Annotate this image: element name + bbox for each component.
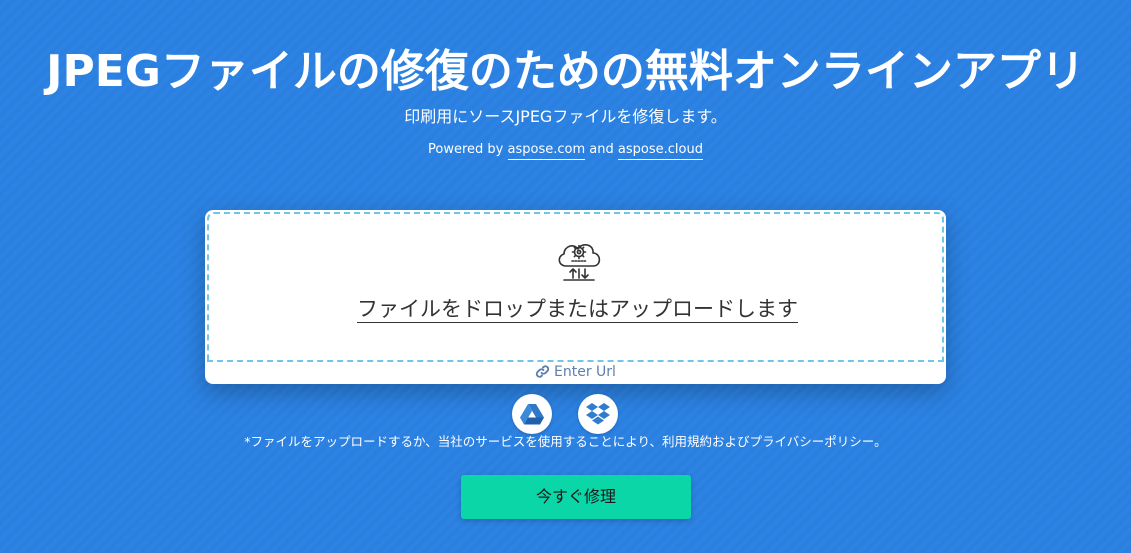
powered-by: Powered by aspose.com and aspose.cloud xyxy=(0,140,1131,160)
page-subtitle: 印刷用にソースJPEGファイルを修復します。 xyxy=(404,107,727,126)
aspose-cloud-link[interactable]: aspose.cloud xyxy=(617,142,703,160)
link-icon xyxy=(535,365,550,378)
powered-and: and xyxy=(589,142,614,157)
cloud-gear-icon xyxy=(558,244,601,281)
powered-prefix: Powered by xyxy=(428,142,504,157)
file-dropzone[interactable]: ファイルをドロップまたはアップロードします xyxy=(207,212,944,362)
upload-card: ファイルをドロップまたはアップロードします Enter Url xyxy=(205,210,946,384)
enter-url-link[interactable]: Enter Url xyxy=(205,362,946,382)
dropbox-button[interactable] xyxy=(578,394,618,434)
enter-url-label: Enter Url xyxy=(554,364,616,380)
terms-notice: *ファイルをアップロードするか、当社のサービスを使用することにより、利用規約およ… xyxy=(244,434,887,449)
drop-label[interactable]: ファイルをドロップまたはアップロードします xyxy=(209,294,946,324)
dropbox-icon xyxy=(586,403,610,425)
aspose-com-link[interactable]: aspose.com xyxy=(507,142,586,160)
repair-now-button[interactable]: 今すぐ修理 xyxy=(461,475,691,519)
google-drive-button[interactable] xyxy=(512,394,552,434)
google-drive-icon xyxy=(520,404,544,425)
page-title: JPEGファイルの修復のための無料オンラインアプリ xyxy=(46,46,1085,97)
